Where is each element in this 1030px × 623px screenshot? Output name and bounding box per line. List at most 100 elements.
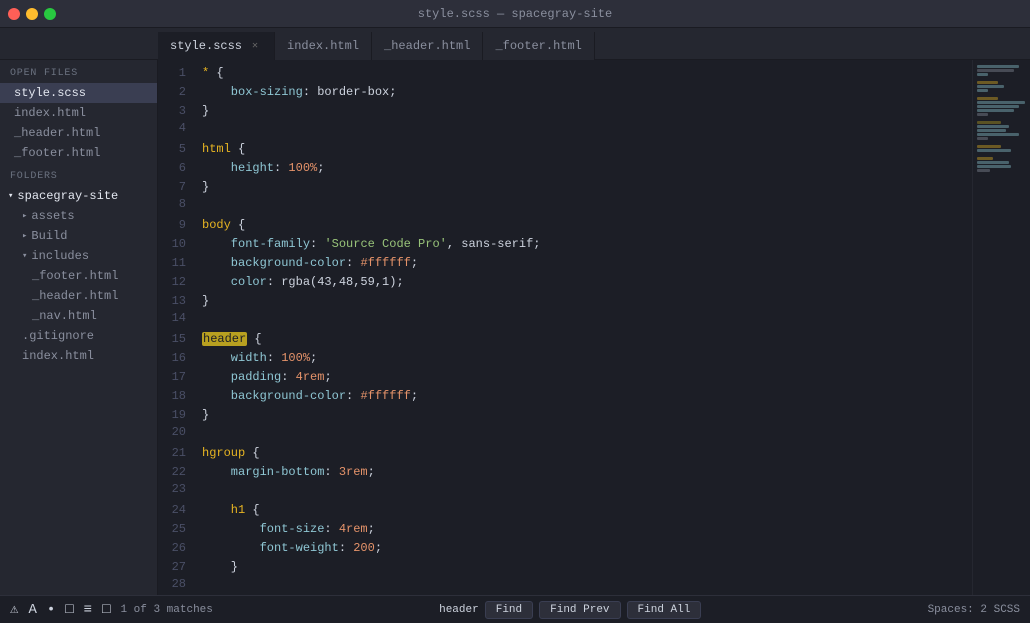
line-number: 10: [158, 237, 202, 251]
code-line-12: 12 color: rgba(43,48,59,1);: [158, 273, 972, 292]
sidebar-file-index[interactable]: index.html: [0, 346, 157, 366]
token: :: [303, 85, 317, 99]
statusbar: ⚠ A • □ ≡ □ 1 of 3 matches header Find F…: [0, 595, 1030, 623]
sidebar-file-header-html[interactable]: _header.html: [0, 123, 157, 143]
token: font-family: [202, 237, 310, 251]
token: rgba(43,48,59,1): [281, 275, 396, 289]
folder-build[interactable]: ▸ Build: [0, 226, 157, 246]
sidebar-file-header[interactable]: _header.html: [0, 286, 157, 306]
code-line-1: 1* {: [158, 64, 972, 83]
folder-spacegray-site[interactable]: ▾ spacegray-site: [0, 186, 157, 206]
sidebar: OPEN FILES style.scss index.html _header…: [0, 60, 158, 595]
token: }: [202, 294, 209, 308]
token: ;: [317, 161, 324, 175]
line-number: 4: [158, 121, 202, 135]
token: font-weight: [202, 541, 339, 555]
status-at-icon[interactable]: A: [28, 602, 36, 618]
spaces-info: Spaces: 2 SCSS: [928, 604, 1020, 616]
token: hgroup: [202, 446, 245, 460]
status-box-icon[interactable]: □: [65, 602, 73, 618]
code-line-13: 13}: [158, 292, 972, 311]
token: border-box: [317, 85, 389, 99]
line-content: background-color: #ffffff;: [202, 387, 418, 406]
code-line-24: 24 h1 {: [158, 501, 972, 520]
statusbar-right: Spaces: 2 SCSS: [928, 604, 1020, 616]
chevron-right-icon: ▸: [22, 211, 27, 221]
status-square-icon[interactable]: □: [102, 602, 110, 618]
sidebar-file-footer[interactable]: _footer.html: [0, 266, 157, 286]
line-content: h1 {: [202, 501, 260, 520]
line-number: 18: [158, 389, 202, 403]
find-search-term[interactable]: header: [439, 604, 479, 616]
line-number: 8: [158, 197, 202, 211]
sidebar-file-gitignore[interactable]: .gitignore: [0, 326, 157, 346]
titlebar: style.scss — spacegray-site: [0, 0, 1030, 28]
token: ;: [389, 85, 396, 99]
sidebar-file-nav[interactable]: _nav.html: [0, 306, 157, 326]
token: ;: [324, 370, 331, 384]
find-prev-button[interactable]: Find Prev: [539, 601, 620, 619]
sidebar-file-style-scss[interactable]: style.scss: [0, 83, 157, 103]
token: width: [202, 351, 267, 365]
code-line-27: 27 }: [158, 558, 972, 577]
token: ;: [396, 275, 403, 289]
line-content: font-size: 4rem;: [202, 520, 375, 539]
token: }: [202, 180, 209, 194]
maximize-button[interactable]: [44, 8, 56, 20]
minimap: [972, 60, 1030, 595]
token: ;: [375, 541, 382, 555]
close-button[interactable]: [8, 8, 20, 20]
line-content: color: rgba(43,48,59,1);: [202, 273, 404, 292]
folder-name: assets: [31, 209, 74, 223]
line-content: }: [202, 178, 209, 197]
token: {: [231, 218, 245, 232]
line-number: 1: [158, 66, 202, 80]
code-line-7: 7}: [158, 178, 972, 197]
line-number: 15: [158, 332, 202, 346]
line-number: 25: [158, 522, 202, 536]
token: {: [247, 332, 261, 346]
statusbar-left: ⚠ A • □ ≡ □ 1 of 3 matches: [10, 601, 213, 618]
token: {: [245, 503, 259, 517]
line-content: height: 100%;: [202, 159, 324, 178]
sidebar-file-footer-html[interactable]: _footer.html: [0, 143, 157, 163]
status-lines-icon[interactable]: ≡: [84, 602, 92, 618]
find-all-button[interactable]: Find All: [627, 601, 702, 619]
code-line-18: 18 background-color: #ffffff;: [158, 387, 972, 406]
sidebar-file-index-html[interactable]: index.html: [0, 103, 157, 123]
token: body: [202, 218, 231, 232]
token: #ffffff: [360, 256, 410, 270]
token: 'Source Code Pro': [324, 237, 446, 251]
token: #ffffff: [360, 389, 410, 403]
minimize-button[interactable]: [26, 8, 38, 20]
folder-assets[interactable]: ▸ assets: [0, 206, 157, 226]
minimap-content: [973, 60, 1030, 181]
open-files-label: OPEN FILES: [0, 60, 157, 83]
token: }: [202, 104, 209, 118]
line-number: 5: [158, 142, 202, 156]
highlighted-word: header: [202, 332, 247, 346]
line-number: 16: [158, 351, 202, 365]
find-button[interactable]: Find: [485, 601, 533, 619]
token: ;: [411, 256, 418, 270]
status-warning-icon[interactable]: ⚠: [10, 601, 18, 618]
code-line-4: 4: [158, 121, 972, 140]
code-line-10: 10 font-family: 'Source Code Pro', sans-…: [158, 235, 972, 254]
line-content: font-family: 'Source Code Pro', sans-ser…: [202, 235, 540, 254]
token: :: [267, 275, 281, 289]
code-line-28: 28: [158, 577, 972, 595]
line-content: background-color: #ffffff;: [202, 254, 418, 273]
line-content: }: [202, 558, 238, 577]
status-dot-icon[interactable]: •: [47, 602, 55, 618]
token: background-color: [202, 256, 346, 270]
code-line-23: 23: [158, 482, 972, 501]
line-content: width: 100%;: [202, 349, 317, 368]
token: *: [202, 66, 216, 80]
line-number: 11: [158, 256, 202, 270]
code-line-11: 11 background-color: #ffffff;: [158, 254, 972, 273]
token: color: [202, 275, 267, 289]
token: {: [245, 446, 259, 460]
code-editor[interactable]: 1* {2 box-sizing: border-box;3}45html {6…: [158, 60, 972, 595]
line-number: 13: [158, 294, 202, 308]
folder-includes[interactable]: ▾ includes: [0, 246, 157, 266]
